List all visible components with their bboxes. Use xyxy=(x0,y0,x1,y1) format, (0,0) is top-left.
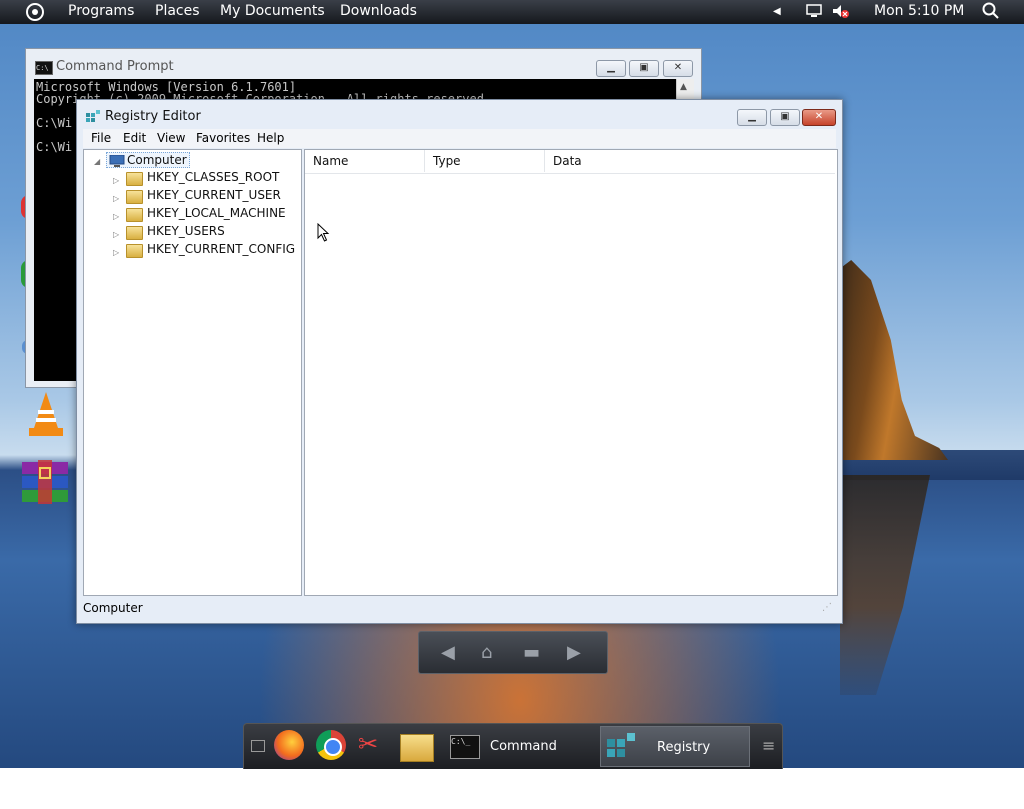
tree-item-hku[interactable]: HKEY_USERS xyxy=(147,224,225,238)
regedit-maximize-button[interactable]: ▣ xyxy=(770,109,800,126)
task-registry-editor[interactable]: Registry Editor xyxy=(600,726,750,796)
regedit-menubar: File Edit View Favorites Help xyxy=(83,129,836,148)
cmd-window-title: Command Prompt xyxy=(56,59,174,74)
computer-icon xyxy=(109,155,125,167)
forward-arrow-icon[interactable]: ▶ xyxy=(567,642,581,663)
menu-help[interactable]: Help xyxy=(257,131,284,145)
tree-item-computer[interactable]: Computer xyxy=(106,152,190,168)
menu-favorites[interactable]: Favorites xyxy=(196,131,250,145)
menu-programs[interactable]: Programs xyxy=(68,3,134,19)
registry-tree-pane[interactable]: ◢ Computer ▷ HKEY_CLASSES_ROOT ▷ HKEY_CU… xyxy=(83,149,302,596)
registry-editor-icon xyxy=(607,733,635,757)
tray-monitor-icon[interactable] xyxy=(806,4,822,22)
status-bar: Computer ⋰ xyxy=(83,598,836,618)
column-header-type[interactable]: Type xyxy=(425,150,545,172)
navigation-pill: ◀ ⌂ ▬ ▶ xyxy=(418,631,608,674)
menu-my-documents[interactable]: My Documents xyxy=(220,3,325,19)
registry-editor-window[interactable]: Registry Editor ▁ ▣ ✕ File Edit View Fav… xyxy=(76,99,843,624)
task-command-prompt[interactable]: C:\_ Command Prompt xyxy=(444,726,600,795)
tree-item-hklm[interactable]: HKEY_LOCAL_MACHINE xyxy=(147,206,286,220)
cmd-minimize-button[interactable]: ▁ xyxy=(596,60,626,77)
console-icon: C:\ xyxy=(35,61,53,75)
expand-arrow-icon[interactable]: ▷ xyxy=(113,176,119,185)
status-text: Computer xyxy=(83,601,143,615)
snipping-tool-icon[interactable]: ✂ xyxy=(358,730,378,758)
tree-item-hkcc[interactable]: HKEY_CURRENT_CONFIG xyxy=(147,242,295,256)
tree-item-hkcu[interactable]: HKEY_CURRENT_USER xyxy=(147,188,281,202)
collapse-arrow-icon[interactable]: ◢ xyxy=(94,157,100,166)
tray-arrow-icon[interactable]: ◀ xyxy=(773,6,781,17)
tree-item-hkcr[interactable]: HKEY_CLASSES_ROOT xyxy=(147,170,279,184)
scroll-up-icon[interactable]: ▲ xyxy=(680,82,687,92)
top-panel: Programs Places My Documents Downloads ◀… xyxy=(0,0,1024,24)
chrome-icon[interactable] xyxy=(316,730,346,760)
winrar-icon[interactable] xyxy=(20,460,70,510)
expand-arrow-icon[interactable]: ▷ xyxy=(113,212,119,221)
show-desktop-icon[interactable] xyxy=(251,740,265,752)
firefox-icon[interactable] xyxy=(274,730,304,760)
vlc-icon[interactable] xyxy=(26,390,66,442)
cmd-close-button[interactable]: ✕ xyxy=(663,60,693,77)
file-manager-icon[interactable] xyxy=(400,734,434,762)
menu-circle-icon[interactable] xyxy=(26,3,44,21)
cmd-maximize-button[interactable]: ▣ xyxy=(629,60,659,77)
back-arrow-icon[interactable]: ◀ xyxy=(441,642,455,663)
tree-root-label: Computer xyxy=(127,153,187,167)
menu-downloads[interactable]: Downloads xyxy=(340,3,417,19)
folder-icon xyxy=(126,190,143,204)
dock-menu-icon[interactable]: ≡ xyxy=(762,736,775,755)
folder-nav-icon[interactable]: ▬ xyxy=(523,642,540,663)
menu-places[interactable]: Places xyxy=(155,3,200,19)
expand-arrow-icon[interactable]: ▷ xyxy=(113,248,119,257)
registry-editor-icon xyxy=(85,109,101,129)
regedit-close-button[interactable]: ✕ xyxy=(802,109,836,126)
expand-arrow-icon[interactable]: ▷ xyxy=(113,230,119,239)
column-header-data[interactable]: Data xyxy=(545,150,685,172)
task-label: Registry Editor xyxy=(657,740,711,796)
menu-view[interactable]: View xyxy=(157,131,185,145)
clock[interactable]: Mon 5:10 PM xyxy=(874,3,964,19)
menu-file[interactable]: File xyxy=(91,131,111,145)
mouse-cursor-icon xyxy=(317,223,330,242)
column-header-name[interactable]: Name xyxy=(305,150,425,172)
folder-icon xyxy=(126,226,143,240)
regedit-minimize-button[interactable]: ▁ xyxy=(737,109,767,126)
volume-muted-icon[interactable] xyxy=(832,4,850,22)
folder-icon xyxy=(126,208,143,222)
registry-values-pane[interactable]: Name Type Data xyxy=(304,149,838,596)
resize-grip-icon[interactable]: ⋰ xyxy=(822,598,832,618)
home-icon[interactable]: ⌂ xyxy=(481,642,492,663)
regedit-window-title: Registry Editor xyxy=(105,109,201,124)
menu-edit[interactable]: Edit xyxy=(123,131,146,145)
task-label: Command Prompt xyxy=(490,739,557,795)
taskbar-dock: ✂ C:\_ Command Prompt Registry Editor ≡ xyxy=(243,723,783,796)
expand-arrow-icon[interactable]: ▷ xyxy=(113,194,119,203)
console-icon: C:\_ xyxy=(450,735,480,759)
folder-icon xyxy=(126,172,143,186)
search-icon[interactable] xyxy=(982,2,999,23)
folder-icon xyxy=(126,244,143,258)
